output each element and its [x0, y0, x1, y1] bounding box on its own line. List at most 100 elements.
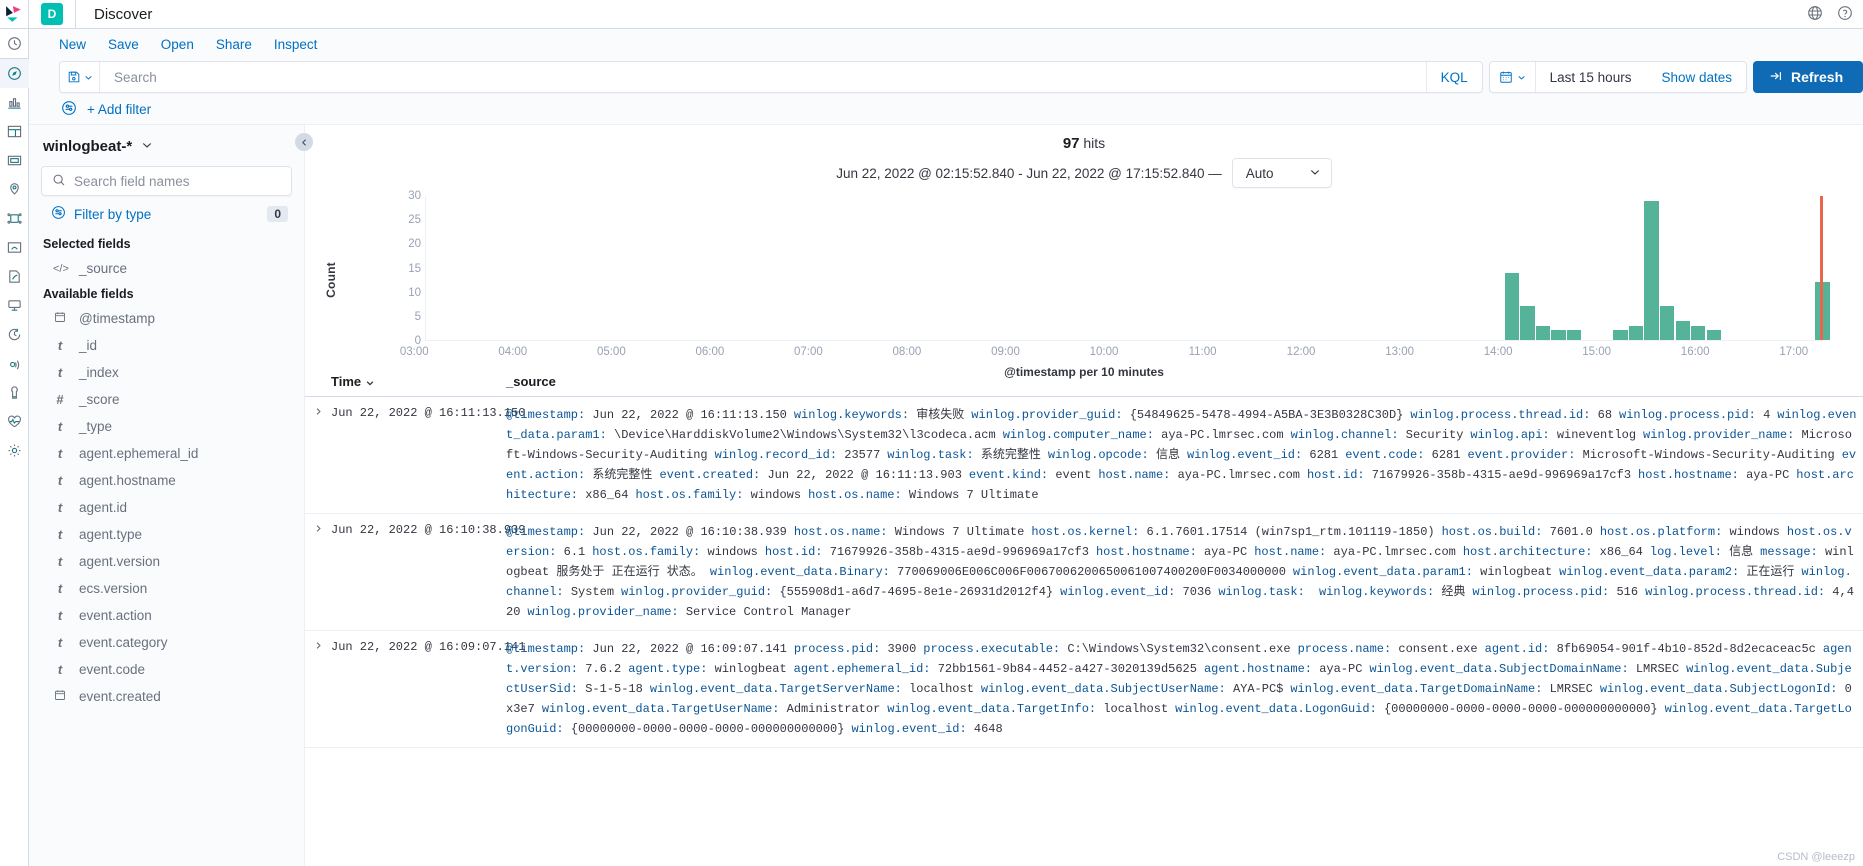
- field-value: 系统完整性: [980, 448, 1041, 462]
- field-value: 71679926-358b-4315-ae9d-996969a17cf3: [829, 545, 1089, 559]
- top-nav-share[interactable]: Share: [216, 37, 252, 52]
- top-nav-inspect[interactable]: Inspect: [274, 37, 318, 52]
- expand-row-icon[interactable]: [305, 522, 331, 622]
- chart-bar-partial[interactable]: [1820, 196, 1823, 340]
- field-value: 6281: [1431, 448, 1461, 462]
- search-input[interactable]: Search: [100, 62, 1426, 92]
- string-type-icon: t: [57, 338, 63, 353]
- collapse-sidebar-button[interactable]: [295, 133, 313, 151]
- field-name: _type: [79, 419, 113, 434]
- show-dates-button[interactable]: Show dates: [1647, 70, 1746, 85]
- field-row-id[interactable]: t _id: [41, 332, 292, 359]
- field-value: LMRSEC: [1635, 662, 1680, 676]
- sidebar-item-uptime[interactable]: [0, 320, 29, 349]
- globe-icon[interactable]: [1807, 5, 1823, 24]
- sidebar-item-apm[interactable]: [0, 291, 29, 320]
- elastic-logo[interactable]: [0, 0, 29, 29]
- filter-by-type-button[interactable]: Filter by type 0: [41, 196, 292, 232]
- field-row-index[interactable]: t _index: [41, 359, 292, 386]
- row-time: Jun 22, 2022 @ 16:09:07.141: [331, 640, 526, 654]
- date-range-value[interactable]: Last 15 hours: [1536, 70, 1648, 85]
- top-nav-open[interactable]: Open: [161, 37, 194, 52]
- field-value: winlogbeat: [714, 662, 787, 676]
- sidebar-item-discover[interactable]: [0, 59, 29, 88]
- sidebar-item-logs[interactable]: [0, 262, 29, 291]
- chart-bar[interactable]: [1551, 330, 1566, 340]
- sidebar-item-maps[interactable]: [0, 175, 29, 204]
- field-search-input[interactable]: Search field names: [41, 166, 292, 196]
- field-row-type[interactable]: t _type: [41, 413, 292, 440]
- expand-row-icon[interactable]: [305, 639, 331, 739]
- field-row-agent-id[interactable]: t agent.id: [41, 494, 292, 521]
- field-row-source[interactable]: </> _source: [41, 255, 292, 282]
- sidebar-item-machine-learning[interactable]: [0, 204, 29, 233]
- field-row-score[interactable]: # _score: [41, 386, 292, 413]
- field-value: wineventlog: [1556, 428, 1637, 442]
- expand-row-icon[interactable]: [305, 405, 331, 505]
- sidebar-item-siem[interactable]: [0, 349, 29, 378]
- field-key: winlog.event_data.LogonGuid:: [1175, 702, 1377, 716]
- sidebar-item-visualize[interactable]: [0, 88, 29, 117]
- sidebar-item-dashboard[interactable]: [0, 117, 29, 146]
- top-nav-new[interactable]: New: [59, 37, 86, 52]
- date-picker: Last 15 hours Show dates: [1488, 61, 1747, 93]
- field-key: winlog.event_data.Binary:: [709, 565, 890, 579]
- chart-x-tick: 17:00: [1779, 346, 1809, 358]
- field-value: 6.1.7601.17514 (win7sp1_rtm.101119-1850): [1146, 525, 1435, 539]
- refresh-button[interactable]: Refresh: [1753, 61, 1863, 93]
- field-row-agent-type[interactable]: t agent.type: [41, 521, 292, 548]
- field-row-agent-ephemeral-id[interactable]: t agent.ephemeral_id: [41, 440, 292, 467]
- field-row-timestamp[interactable]: @timestamp: [41, 305, 292, 332]
- chart-bar[interactable]: [1691, 325, 1706, 340]
- chart-bar[interactable]: [1644, 200, 1659, 340]
- query-language-switcher[interactable]: KQL: [1425, 62, 1482, 92]
- field-row-agent-hostname[interactable]: t agent.hostname: [41, 467, 292, 494]
- saved-query-button[interactable]: [60, 62, 100, 92]
- table-body: Jun 22, 2022 @ 16:11:13.150 @timestamp: J…: [305, 397, 1863, 748]
- help-icon[interactable]: [1837, 5, 1853, 24]
- field-row-event-created[interactable]: event.created: [41, 683, 292, 710]
- field-value: 6281: [1309, 448, 1339, 462]
- chart-bar[interactable]: [1566, 330, 1582, 340]
- chart-bar[interactable]: [1628, 325, 1644, 340]
- sidebar-item-canvas[interactable]: [0, 146, 29, 175]
- chevron-down-icon: [1309, 166, 1321, 181]
- index-pattern-switcher[interactable]: winlogbeat-*: [41, 135, 292, 166]
- field-key: winlog.record_id:: [714, 448, 838, 462]
- chart-bar[interactable]: [1520, 306, 1535, 340]
- field-row-ecs-version[interactable]: t ecs.version: [41, 575, 292, 602]
- sidebar-item-dev-tools[interactable]: [0, 378, 29, 407]
- sidebar-item-monitoring[interactable]: [0, 407, 29, 436]
- field-row-event-action[interactable]: t event.action: [41, 602, 292, 629]
- row-source: @timestamp: Jun 22, 2022 @ 16:09:07.141 p…: [506, 639, 1863, 739]
- table-row[interactable]: Jun 22, 2022 @ 16:09:07.141 @timestamp: J…: [305, 631, 1863, 748]
- field-key: winlog.event_data.TargetDomainName:: [1290, 682, 1543, 696]
- field-value: Windows 7 Ultimate: [908, 488, 1039, 502]
- app-badge: D: [41, 3, 63, 25]
- top-nav-save[interactable]: Save: [108, 37, 139, 52]
- chart-y-tick: 5: [414, 310, 421, 323]
- recently-viewed-button[interactable]: [0, 29, 29, 59]
- table-row[interactable]: Jun 22, 2022 @ 16:10:38.939 @timestamp: J…: [305, 514, 1863, 631]
- chart-bar[interactable]: [1535, 325, 1551, 340]
- chart-bar[interactable]: [1706, 330, 1721, 340]
- field-value: 770069006E006C006F0067006200650061007400…: [897, 565, 1286, 579]
- chart-bar[interactable]: [1613, 330, 1628, 340]
- chart-bar[interactable]: [1675, 320, 1690, 340]
- field-key: host.os.family:: [635, 488, 744, 502]
- field-row-agent-version[interactable]: t agent.version: [41, 548, 292, 575]
- field-row-event-code[interactable]: t event.code: [41, 656, 292, 683]
- table-row[interactable]: Jun 22, 2022 @ 16:11:13.150 @timestamp: J…: [305, 397, 1863, 514]
- field-row-event-category[interactable]: t event.category: [41, 629, 292, 656]
- field-key: winlog.process.pid:: [1472, 585, 1610, 599]
- sidebar-item-management[interactable]: [0, 436, 29, 465]
- histogram-chart[interactable]: Count 0 5 10 15 20 25 30 03:00 04:00 05:00 06:00 0…: [305, 190, 1863, 379]
- calendar-icon[interactable]: [1490, 62, 1536, 92]
- chart-bar[interactable]: [1660, 306, 1675, 340]
- sidebar-item-infrastructure[interactable]: [0, 233, 29, 262]
- chart-bar[interactable]: [1504, 272, 1520, 340]
- add-filter-button[interactable]: + Add filter: [87, 102, 151, 117]
- field-key: winlog.event_data.param1:: [1292, 565, 1473, 579]
- interval-select[interactable]: Auto: [1231, 158, 1332, 188]
- filter-icon[interactable]: [61, 100, 77, 119]
